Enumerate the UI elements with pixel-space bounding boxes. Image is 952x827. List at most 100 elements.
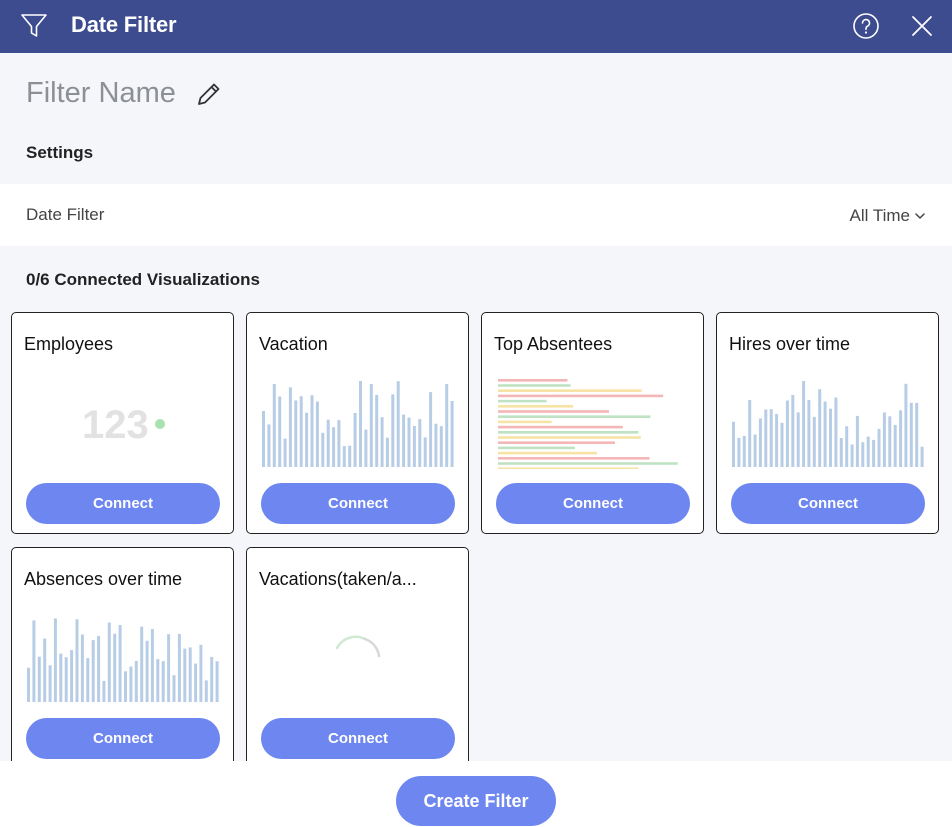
preview-bar: [893, 424, 897, 467]
preview-bar: [113, 633, 117, 702]
preview-bar: [380, 417, 384, 467]
connect-button[interactable]: Connect: [261, 718, 455, 759]
connect-button[interactable]: Connect: [26, 483, 220, 524]
preview-bar: [348, 445, 352, 467]
preview-bar: [780, 422, 784, 467]
preview-bar: [188, 647, 192, 702]
preview-hbar: [498, 457, 650, 460]
dialog-header: Date Filter: [0, 0, 952, 53]
preview-bar: [775, 413, 779, 467]
preview-bar: [332, 427, 336, 467]
preview-bar: [172, 675, 176, 702]
date-filter-label: Date Filter: [26, 205, 105, 224]
filter-name-field[interactable]: Filter Name: [26, 77, 176, 110]
preview-bar: [204, 680, 208, 702]
preview-bar: [785, 400, 789, 467]
card-title: Vacations(taken/a...: [259, 569, 417, 589]
preview-bar: [64, 657, 68, 702]
preview-bar: [272, 384, 276, 467]
connect-button[interactable]: Connect: [261, 483, 455, 524]
preview-hbar: [498, 467, 639, 469]
preview-bar: [140, 626, 144, 702]
preview-bar: [48, 665, 52, 702]
preview-bar: [183, 648, 187, 702]
preview-bar: [70, 650, 74, 702]
close-icon[interactable]: [910, 14, 934, 38]
preview-bar: [899, 410, 903, 467]
kpi-value: 123: [82, 403, 149, 447]
preview-bar: [118, 625, 122, 702]
preview-bar: [855, 415, 859, 467]
preview-bar: [199, 644, 203, 702]
preview-bar: [909, 402, 913, 467]
preview-bar: [353, 413, 357, 467]
preview-bar: [812, 416, 816, 467]
preview-hbar: [498, 405, 574, 408]
preview-bar: [872, 439, 876, 467]
preview-bar: [27, 667, 30, 702]
connect-button[interactable]: Connect: [26, 718, 220, 759]
bar-chart-preview: [732, 381, 924, 468]
preview-hbar: [498, 441, 615, 444]
date-range-select[interactable]: All Time: [850, 206, 926, 226]
preview-hbar: [498, 379, 568, 382]
preview-bar: [866, 436, 870, 467]
preview-bar: [861, 442, 865, 467]
preview-bar: [161, 661, 165, 702]
preview-bar: [418, 419, 422, 467]
connect-button[interactable]: Connect: [731, 483, 925, 524]
help-icon[interactable]: [852, 12, 880, 40]
preview-bar: [305, 412, 309, 467]
kpi-preview: 123: [82, 403, 165, 447]
preview-bar: [758, 418, 762, 467]
preview-bar: [429, 392, 433, 467]
preview-bar: [326, 419, 330, 467]
preview-bar: [748, 400, 752, 467]
preview-bar: [124, 671, 127, 702]
preview-bar: [43, 638, 47, 702]
kpi-status-dot: [155, 419, 165, 429]
preview-bar: [107, 622, 111, 702]
preview-bar: [321, 432, 325, 467]
preview-bar: [753, 434, 757, 467]
preview-bar: [59, 653, 63, 702]
preview-bar: [769, 409, 773, 467]
settings-heading: Settings: [26, 143, 94, 162]
preview-bar: [732, 421, 735, 467]
preview-bar: [391, 394, 395, 467]
preview-bar: [129, 666, 133, 702]
preview-bar: [262, 411, 265, 467]
preview-bar: [737, 437, 741, 467]
visualization-card-employees: Employees 123 Connect: [11, 312, 234, 534]
preview-hbar: [498, 431, 639, 434]
preview-bar: [156, 659, 160, 702]
preview-bar: [342, 446, 346, 467]
preview-bar: [359, 381, 362, 467]
preview-bar: [53, 618, 57, 702]
preview-bar: [407, 417, 411, 467]
preview-hbar: [498, 389, 642, 392]
preview-bar: [920, 446, 924, 467]
preview-bar: [294, 400, 298, 467]
loading-spinner-icon: [335, 635, 381, 658]
create-filter-button[interactable]: Create Filter: [396, 776, 556, 826]
preview-hbar: [498, 394, 664, 398]
preview-hbar: [498, 436, 641, 439]
preview-bar: [915, 402, 919, 467]
preview-bar: [102, 680, 106, 702]
preview-bar: [278, 396, 282, 467]
preview-bar: [807, 400, 811, 467]
preview-bar: [150, 629, 154, 702]
preview-bar: [423, 437, 427, 467]
connect-button[interactable]: Connect: [496, 483, 690, 524]
preview-hbar: [498, 425, 623, 429]
preview-bar: [283, 438, 287, 467]
pencil-icon[interactable]: [195, 80, 223, 108]
preview-bar: [385, 437, 389, 467]
preview-bar: [882, 412, 886, 467]
preview-bar: [834, 397, 838, 467]
preview-bar: [299, 396, 303, 467]
preview-bar: [402, 414, 406, 467]
preview-bar: [337, 420, 341, 467]
preview-hbar: [498, 410, 609, 413]
